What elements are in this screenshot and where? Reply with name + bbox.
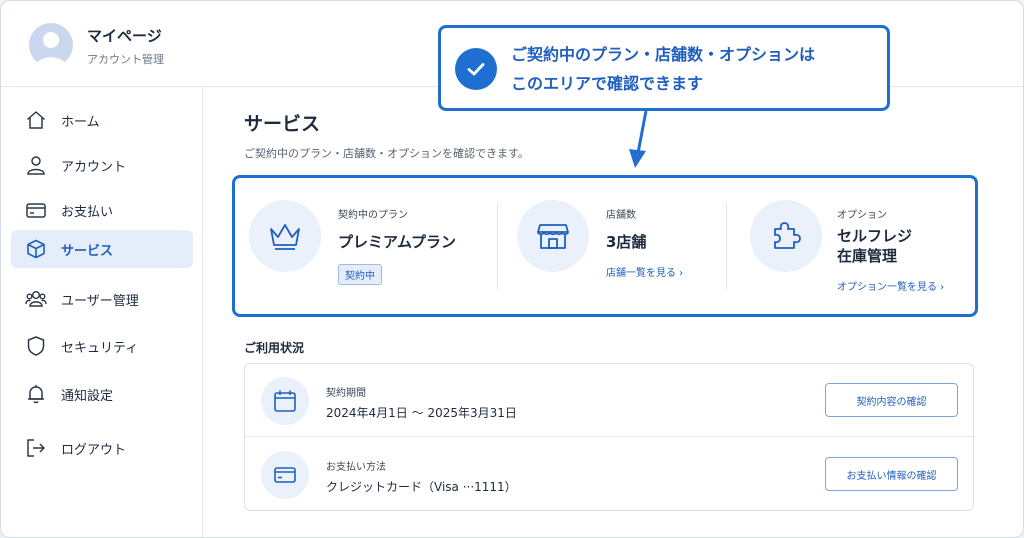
sidebar-item-label: 通知設定 xyxy=(61,388,114,404)
service-summary-card: 契約中のプラン プレミアムプラン 契約中 店舗数 3店舗 店舗一覧を見る › オ… xyxy=(232,175,978,317)
home-icon xyxy=(25,109,47,131)
callout-box: ご契約中のプラン・店舗数・オプションは このエリアで確認できます xyxy=(438,25,890,111)
plan-status-badge: 契約中 xyxy=(338,264,382,285)
options-label: オプション xyxy=(837,210,887,221)
user-subtitle: アカウント管理 xyxy=(87,53,164,66)
sidebar-item-label: お支払い xyxy=(61,204,114,220)
card-icon xyxy=(25,199,47,221)
stores-label: 店舗数 xyxy=(606,210,636,221)
logout-icon xyxy=(25,437,47,459)
usage-panel: 契約期間 2024年4月1日 〜 2025年3月31日 契約内容の確認 お支払い… xyxy=(244,363,974,511)
payment-method-value: クレジットカード（Visa ···1111） xyxy=(326,480,517,494)
avatar-person-icon xyxy=(35,32,67,67)
payment-method-label: お支払い方法 xyxy=(326,462,386,473)
main-content: サービス ご契約中のプラン・店舗数・オプションを確認できます。 契約中のプラン … xyxy=(204,87,1023,537)
sidebar-item-label: ユーザー管理 xyxy=(61,293,139,309)
avatar[interactable] xyxy=(29,23,73,67)
puzzle-icon xyxy=(750,200,822,272)
shield-icon xyxy=(25,335,47,357)
page-description: ご契約中のプラン・店舗数・オプションを確認できます。 xyxy=(244,147,529,160)
plan-label: 契約中のプラン xyxy=(338,210,408,221)
callout-line-1: ご契約中のプラン・店舗数・オプションは xyxy=(511,45,816,64)
sidebar-item-label: サービス xyxy=(61,243,114,259)
callout-text: ご契約中のプラン・店舗数・オプションは このエリアで確認できます xyxy=(511,40,815,98)
confirm-contract-button[interactable]: 契約内容の確認 xyxy=(825,383,958,417)
sidebar-item-service[interactable]: サービス xyxy=(11,230,193,268)
sidebar-item-payment[interactable]: お支払い xyxy=(11,191,193,229)
callout-line-2: このエリアで確認できます xyxy=(511,74,704,93)
options-value-line2: 在庫管理 xyxy=(837,247,898,265)
app-window: マイページ アカウント管理 ホーム アカウント お支払い サービス ユーザー管理… xyxy=(0,0,1024,538)
credit-card-icon xyxy=(261,451,309,499)
sidebar-item-home[interactable]: ホーム xyxy=(11,101,193,139)
sidebar-item-label: ホーム xyxy=(61,114,100,130)
page-title: サービス xyxy=(244,113,321,135)
confirm-payment-button[interactable]: お支払い情報の確認 xyxy=(825,457,958,491)
stores-section: 店舗数 3店舗 店舗一覧を見る › xyxy=(499,178,725,314)
stores-value: 3店舗 xyxy=(606,233,647,251)
crown-icon xyxy=(249,200,321,272)
sidebar-item-notifications[interactable]: 通知設定 xyxy=(11,375,193,413)
sidebar-item-account[interactable]: アカウント xyxy=(11,146,193,184)
user-name: マイページ xyxy=(87,27,162,45)
users-icon xyxy=(25,288,47,310)
sidebar: ホーム アカウント お支払い サービス ユーザー管理 セキュリティ 通知設定 ロ… xyxy=(1,87,203,537)
sidebar-item-label: アカウント xyxy=(61,159,127,175)
divider xyxy=(497,204,498,290)
calendar-icon xyxy=(261,377,309,425)
sidebar-item-security[interactable]: セキュリティ xyxy=(11,327,193,365)
sidebar-item-logout[interactable]: ログアウト xyxy=(11,429,193,467)
option-list-link[interactable]: オプション一覧を見る › xyxy=(837,278,944,293)
store-list-link[interactable]: 店舗一覧を見る › xyxy=(606,264,683,279)
options-value-line1: セルフレジ xyxy=(837,227,913,245)
check-icon xyxy=(455,48,497,90)
sidebar-item-label: セキュリティ xyxy=(61,340,139,356)
options-section: オプション セルフレジ 在庫管理 オプション一覧を見る › xyxy=(728,178,976,314)
contract-period-value: 2024年4月1日 〜 2025年3月31日 xyxy=(326,406,517,420)
list-item: 契約期間 2024年4月1日 〜 2025年3月31日 契約内容の確認 xyxy=(245,364,973,437)
bell-icon xyxy=(25,383,47,405)
divider xyxy=(726,204,727,290)
plan-section: 契約中のプラン プレミアムプラン 契約中 xyxy=(235,178,495,314)
sidebar-item-user-management[interactable]: ユーザー管理 xyxy=(11,280,193,318)
cube-icon xyxy=(25,238,47,260)
user-icon xyxy=(25,154,47,176)
store-icon xyxy=(517,200,589,272)
sidebar-item-label: ログアウト xyxy=(61,442,127,458)
plan-value: プレミアムプラン xyxy=(338,233,457,251)
usage-section-title: ご利用状況 xyxy=(244,341,305,355)
contract-period-label: 契約期間 xyxy=(326,388,366,399)
list-item: お支払い方法 クレジットカード（Visa ···1111） お支払い情報の確認 xyxy=(245,438,973,511)
